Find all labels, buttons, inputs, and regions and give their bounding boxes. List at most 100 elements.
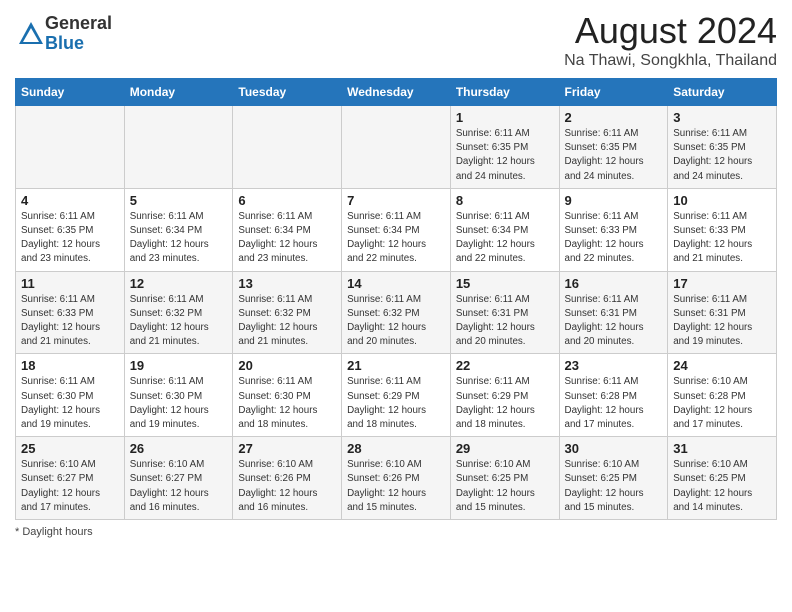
calendar-table: SundayMondayTuesdayWednesdayThursdayFrid… [15, 78, 777, 520]
weekday-header-friday: Friday [559, 79, 668, 106]
day-number: 29 [456, 441, 554, 456]
day-number: 5 [130, 193, 228, 208]
day-info: Sunrise: 6:11 AM Sunset: 6:33 PM Dayligh… [565, 210, 663, 267]
weekday-header-wednesday: Wednesday [342, 79, 451, 106]
logo-blue-text: Blue [45, 34, 112, 54]
calendar-cell: 18 Sunrise: 6:11 AM Sunset: 6:30 PM Dayli… [16, 354, 125, 437]
calendar-cell: 21 Sunrise: 6:11 AM Sunset: 6:29 PM Dayli… [342, 354, 451, 437]
day-info: Sunrise: 6:11 AM Sunset: 6:35 PM Dayligh… [21, 210, 119, 267]
location: Na Thawi, Songkhla, Thailand [564, 52, 777, 70]
day-info: Sunrise: 6:11 AM Sunset: 6:31 PM Dayligh… [673, 293, 771, 350]
calendar-cell: 30 Sunrise: 6:10 AM Sunset: 6:25 PM Dayli… [559, 437, 668, 520]
day-info: Sunrise: 6:11 AM Sunset: 6:31 PM Dayligh… [565, 293, 663, 350]
logo: General Blue [15, 14, 112, 54]
calendar-cell: 13Sunrise: 6:11 AM Sunset: 6:32 PM Dayli… [233, 271, 342, 354]
day-info: Sunrise: 6:11 AM Sunset: 6:34 PM Dayligh… [347, 210, 445, 267]
title-area: August 2024 Na Thawi, Songkhla, Thailand [564, 10, 777, 70]
header: General Blue August 2024 Na Thawi, Songk… [15, 10, 777, 70]
day-number: 2 [565, 110, 663, 125]
calendar-week-row: 25Sunrise: 6:10 AM Sunset: 6:27 PM Dayli… [16, 437, 777, 520]
day-info: Sunrise: 6:11 AM Sunset: 6:34 PM Dayligh… [130, 210, 228, 267]
day-info: Sunrise: 6:11 AM Sunset: 6:32 PM Dayligh… [238, 293, 336, 350]
day-number: 15 [456, 276, 554, 291]
day-number: 31 [673, 441, 771, 456]
calendar-week-row: 18 Sunrise: 6:11 AM Sunset: 6:30 PM Dayli… [16, 354, 777, 437]
weekday-header-monday: Monday [124, 79, 233, 106]
day-number: 8 [456, 193, 554, 208]
calendar-cell [342, 106, 451, 189]
day-info: Sunrise: 6:10 AM Sunset: 6:25 PM Dayligh… [456, 458, 554, 515]
calendar-cell: 31Sunrise: 6:10 AM Sunset: 6:25 PM Dayli… [668, 437, 777, 520]
day-info: Sunrise: 6:11 AM Sunset: 6:33 PM Dayligh… [21, 293, 119, 350]
calendar-cell: 11Sunrise: 6:11 AM Sunset: 6:33 PM Dayli… [16, 271, 125, 354]
day-info: Sunrise: 6:11 AM Sunset: 6:35 PM Dayligh… [673, 127, 771, 184]
day-number: 26 [130, 441, 228, 456]
day-info: Sunrise: 6:11 AM Sunset: 6:32 PM Dayligh… [347, 293, 445, 350]
calendar-cell: 27 Sunrise: 6:10 AM Sunset: 6:26 PM Dayli… [233, 437, 342, 520]
logo-icon [17, 20, 45, 48]
calendar-cell [16, 106, 125, 189]
calendar-cell: 9 Sunrise: 6:11 AM Sunset: 6:33 PM Daylig… [559, 188, 668, 271]
day-info: Sunrise: 6:11 AM Sunset: 6:28 PM Dayligh… [565, 375, 663, 432]
day-number: 18 [21, 358, 119, 373]
calendar-cell: 6 Sunrise: 6:11 AM Sunset: 6:34 PM Daylig… [233, 188, 342, 271]
calendar-cell: 24Sunrise: 6:10 AM Sunset: 6:28 PM Dayli… [668, 354, 777, 437]
calendar-cell: 23 Sunrise: 6:11 AM Sunset: 6:28 PM Dayli… [559, 354, 668, 437]
calendar-cell: 19 Sunrise: 6:11 AM Sunset: 6:30 PM Dayli… [124, 354, 233, 437]
day-number: 23 [565, 358, 663, 373]
calendar-cell: 3 Sunrise: 6:11 AM Sunset: 6:35 PM Daylig… [668, 106, 777, 189]
day-info: Sunrise: 6:11 AM Sunset: 6:29 PM Dayligh… [347, 375, 445, 432]
calendar-cell [124, 106, 233, 189]
daylight-hours-label: Daylight hours [22, 526, 92, 538]
day-info: Sunrise: 6:11 AM Sunset: 6:34 PM Dayligh… [238, 210, 336, 267]
calendar-cell: 1Sunrise: 6:11 AM Sunset: 6:35 PM Daylig… [450, 106, 559, 189]
calendar-cell: 28 Sunrise: 6:10 AM Sunset: 6:26 PM Dayli… [342, 437, 451, 520]
day-info: Sunrise: 6:10 AM Sunset: 6:26 PM Dayligh… [347, 458, 445, 515]
weekday-header-row: SundayMondayTuesdayWednesdayThursdayFrid… [16, 79, 777, 106]
day-info: Sunrise: 6:10 AM Sunset: 6:27 PM Dayligh… [130, 458, 228, 515]
day-info: Sunrise: 6:11 AM Sunset: 6:35 PM Dayligh… [565, 127, 663, 184]
day-number: 22 [456, 358, 554, 373]
day-number: 9 [565, 193, 663, 208]
day-info: Sunrise: 6:10 AM Sunset: 6:26 PM Dayligh… [238, 458, 336, 515]
day-info: Sunrise: 6:11 AM Sunset: 6:30 PM Dayligh… [238, 375, 336, 432]
day-info: Sunrise: 6:10 AM Sunset: 6:25 PM Dayligh… [565, 458, 663, 515]
day-info: Sunrise: 6:10 AM Sunset: 6:27 PM Dayligh… [21, 458, 119, 515]
day-info: Sunrise: 6:11 AM Sunset: 6:30 PM Dayligh… [130, 375, 228, 432]
day-info: Sunrise: 6:11 AM Sunset: 6:32 PM Dayligh… [130, 293, 228, 350]
day-info: Sunrise: 6:11 AM Sunset: 6:33 PM Dayligh… [673, 210, 771, 267]
day-number: 27 [238, 441, 336, 456]
day-info: Sunrise: 6:11 AM Sunset: 6:34 PM Dayligh… [456, 210, 554, 267]
day-number: 12 [130, 276, 228, 291]
calendar-cell: 8 Sunrise: 6:11 AM Sunset: 6:34 PM Daylig… [450, 188, 559, 271]
calendar-week-row: 4 Sunrise: 6:11 AM Sunset: 6:35 PM Daylig… [16, 188, 777, 271]
calendar-cell: 2 Sunrise: 6:11 AM Sunset: 6:35 PM Daylig… [559, 106, 668, 189]
calendar-cell: 7Sunrise: 6:11 AM Sunset: 6:34 PM Daylig… [342, 188, 451, 271]
day-number: 21 [347, 358, 445, 373]
calendar-cell: 12 Sunrise: 6:11 AM Sunset: 6:32 PM Dayli… [124, 271, 233, 354]
day-number: 16 [565, 276, 663, 291]
day-number: 6 [238, 193, 336, 208]
footer-note: * Daylight hours [15, 526, 777, 538]
calendar-week-row: 1Sunrise: 6:11 AM Sunset: 6:35 PM Daylig… [16, 106, 777, 189]
calendar-cell: 14Sunrise: 6:11 AM Sunset: 6:32 PM Dayli… [342, 271, 451, 354]
day-number: 28 [347, 441, 445, 456]
day-number: 30 [565, 441, 663, 456]
calendar-cell: 16 Sunrise: 6:11 AM Sunset: 6:31 PM Dayli… [559, 271, 668, 354]
calendar-cell: 20Sunrise: 6:11 AM Sunset: 6:30 PM Dayli… [233, 354, 342, 437]
day-info: Sunrise: 6:11 AM Sunset: 6:30 PM Dayligh… [21, 375, 119, 432]
calendar-cell: 26 Sunrise: 6:10 AM Sunset: 6:27 PM Dayli… [124, 437, 233, 520]
day-info: Sunrise: 6:11 AM Sunset: 6:35 PM Dayligh… [456, 127, 554, 184]
day-number: 4 [21, 193, 119, 208]
day-number: 24 [673, 358, 771, 373]
calendar-cell: 22Sunrise: 6:11 AM Sunset: 6:29 PM Dayli… [450, 354, 559, 437]
day-number: 10 [673, 193, 771, 208]
calendar-cell [233, 106, 342, 189]
weekday-header-thursday: Thursday [450, 79, 559, 106]
calendar-cell: 29 Sunrise: 6:10 AM Sunset: 6:25 PM Dayli… [450, 437, 559, 520]
weekday-header-tuesday: Tuesday [233, 79, 342, 106]
calendar-cell: 10 Sunrise: 6:11 AM Sunset: 6:33 PM Dayli… [668, 188, 777, 271]
day-number: 3 [673, 110, 771, 125]
day-number: 19 [130, 358, 228, 373]
calendar-cell: 25Sunrise: 6:10 AM Sunset: 6:27 PM Dayli… [16, 437, 125, 520]
